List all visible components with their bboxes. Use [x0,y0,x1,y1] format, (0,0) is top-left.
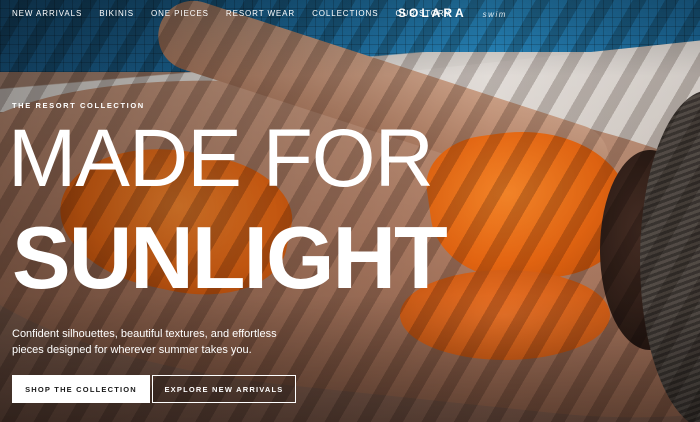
hero-headline-bold: SUNLIGHT [12,208,448,307]
brand-logo[interactable]: SOLARA swim [398,6,507,20]
hero-eyebrow: THE RESORT COLLECTION [12,101,145,110]
nav-item-resort-wear[interactable]: RESORT WEAR [226,9,295,18]
brand-name: SOLARA [398,6,467,20]
nav-item-collections[interactable]: COLLECTIONS [312,9,378,18]
hero-tagline: Confident silhouettes, beautiful texture… [12,328,277,356]
brand-sub: swim [482,10,507,19]
nav-item-one-pieces[interactable]: ONE PIECES [151,9,209,18]
explore-new-arrivals-button[interactable]: EXPLORE NEW ARRIVALS [152,375,296,403]
hero-headline-light: MADE FOR [8,113,434,204]
nav-item-new-arrivals[interactable]: NEW ARRIVALS [12,9,82,18]
shop-collection-button[interactable]: SHOP THE COLLECTION [12,375,150,403]
nav-item-bikinis[interactable]: BIKINIS [99,9,134,18]
